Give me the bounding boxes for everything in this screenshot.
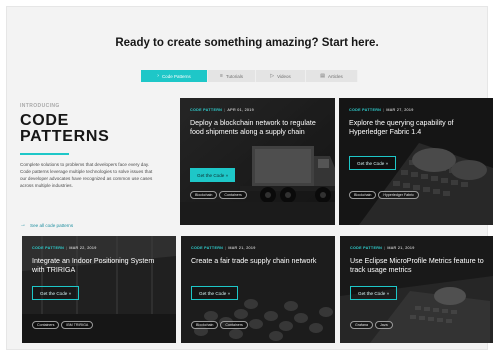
tag[interactable]: Hyperledger Fabric xyxy=(378,191,419,199)
tab-label: Articles xyxy=(327,73,343,79)
tag-list: Containers IBM TRIRIGA xyxy=(32,321,94,329)
list-icon: ≡ xyxy=(219,72,223,79)
tab-videos[interactable]: ▷ Videos xyxy=(256,70,306,82)
card-title[interactable]: Explore the querying capability of Hyper… xyxy=(349,119,484,138)
intro-eyebrow: INTRODUCING xyxy=(20,103,60,109)
intro-description: Complete solutions to problems that deve… xyxy=(20,162,153,188)
tab-code-patterns[interactable]: › Code Patterns xyxy=(141,70,208,82)
card-fair-trade-supply-chain[interactable]: CODE PATTERN | MAR 21, 2019 Create a fair … xyxy=(181,236,335,343)
card-title[interactable]: Integrate an Indoor Positioning System w… xyxy=(32,257,167,276)
tab-tutorials[interactable]: ≡ Tutorials xyxy=(208,70,256,82)
intro-accent-rule xyxy=(20,153,69,155)
publish-date: MAR 22, 2019 xyxy=(69,246,97,250)
tag[interactable]: Containers xyxy=(32,321,60,329)
get-the-code-button[interactable]: Get the Code » xyxy=(349,156,397,170)
link-label: See all code patterns xyxy=(30,222,74,228)
card-indoor-positioning-tririga[interactable]: CODE PATTERN | MAR 22, 2019 Integrate an I… xyxy=(22,236,176,343)
article-icon: ▤ xyxy=(320,72,325,79)
intro-title: CODE PATTERNS xyxy=(20,113,109,145)
card-title[interactable]: Use Eclipse MicroProfile Metrics feature… xyxy=(350,257,488,276)
arrow-right-icon: → xyxy=(20,222,26,228)
tag[interactable]: Containers xyxy=(219,191,247,199)
tag[interactable]: Grafana xyxy=(350,321,373,329)
get-the-code-button[interactable]: Get the Code » xyxy=(191,286,239,300)
tag[interactable]: Java xyxy=(375,321,393,329)
tag-list: Blockchain Hyperledger Fabric xyxy=(349,191,419,199)
card-meta: CODE PATTERN | MAR 27, 2019 xyxy=(349,108,414,112)
play-icon: ▷ xyxy=(270,72,275,79)
intro-title-line: PATTERNS xyxy=(20,128,110,145)
content-type-label: CODE PATTERN xyxy=(349,108,382,112)
tag-list: Blockchain Containers xyxy=(191,321,248,329)
tab-label: Videos xyxy=(277,73,291,79)
content-type-label: CODE PATTERN xyxy=(191,246,224,250)
tag-list: Blockchain Containers xyxy=(190,191,247,199)
content-type-label: CODE PATTERN xyxy=(32,246,65,250)
code-icon: › xyxy=(157,72,159,79)
get-the-code-button[interactable]: Get the Code » xyxy=(32,286,80,300)
page-headline: Ready to create something amazing? Start… xyxy=(115,37,379,49)
tab-articles[interactable]: ▤ Articles xyxy=(306,70,358,82)
tag-list: Grafana Java xyxy=(350,321,393,329)
card-title[interactable]: Create a fair trade supply chain network xyxy=(191,257,326,266)
tag[interactable]: Containers xyxy=(220,321,248,329)
tab-label: Code Patterns xyxy=(161,73,191,79)
content-type-label: CODE PATTERN xyxy=(350,246,383,250)
card-meta: CODE PATTERN | APR 01, 2019 xyxy=(190,108,254,112)
truck-photo xyxy=(180,98,335,225)
tab-label: Tutorials xyxy=(225,73,243,79)
tag[interactable]: Blockchain xyxy=(349,191,377,199)
card-title[interactable]: Deploy a blockchain network to regulate … xyxy=(190,119,318,138)
publish-date: APR 01, 2019 xyxy=(227,108,254,112)
tag[interactable]: Blockchain xyxy=(190,191,218,199)
card-meta: CODE PATTERN | MAR 21, 2019 xyxy=(350,246,415,250)
card-microprofile-metrics[interactable]: CODE PATTERN | MAR 21, 2019 Use Eclipse Mi… xyxy=(340,236,493,343)
get-the-code-button[interactable]: Get the Code » xyxy=(350,286,398,300)
get-the-code-button[interactable]: Get the Code » xyxy=(190,168,236,182)
intro-title-line: CODE xyxy=(20,112,70,129)
content-type-tabs: › Code Patterns ≡ Tutorials ▷ Videos ▤ A… xyxy=(141,70,358,82)
card-hyperledger-fabric-querying[interactable]: CODE PATTERN | MAR 27, 2019 Explore the qu… xyxy=(339,98,493,225)
page: Ready to create something amazing? Start… xyxy=(6,6,493,350)
card-meta: CODE PATTERN | MAR 21, 2019 xyxy=(191,246,256,250)
publish-date: MAR 27, 2019 xyxy=(386,108,414,112)
content-type-label: CODE PATTERN xyxy=(190,108,223,112)
card-meta: CODE PATTERN | MAR 22, 2019 xyxy=(32,246,97,250)
publish-date: MAR 21, 2019 xyxy=(387,246,415,250)
tag[interactable]: Blockchain xyxy=(191,321,219,329)
card-blockchain-food-shipments[interactable]: CODE PATTERN | APR 01, 2019 Deploy a block… xyxy=(180,98,335,225)
publish-date: MAR 21, 2019 xyxy=(228,246,256,250)
tag[interactable]: IBM TRIRIGA xyxy=(61,321,94,329)
see-all-code-patterns-link[interactable]: → See all code patterns xyxy=(20,222,73,228)
